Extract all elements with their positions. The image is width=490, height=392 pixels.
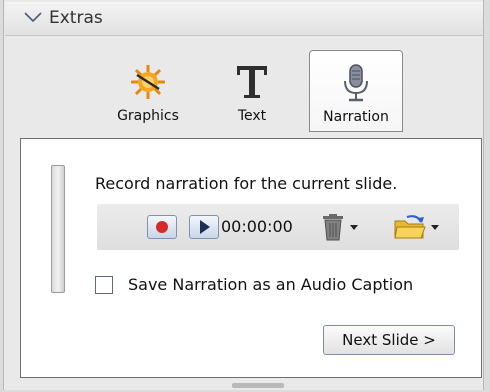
record-button[interactable]: [147, 215, 177, 239]
extras-header[interactable]: Extras: [5, 2, 483, 36]
text-t-icon: [237, 66, 267, 98]
tab-text[interactable]: Text: [205, 50, 299, 132]
extras-tabs: Graphics Text Narration: [5, 36, 483, 136]
extras-title: Extras: [49, 8, 103, 28]
tab-narration[interactable]: Narration: [309, 50, 403, 132]
tab-label-text: Text: [237, 108, 267, 124]
audio-caption-label[interactable]: Save Narration as an Audio Caption: [128, 275, 413, 294]
resize-grip[interactable]: [232, 383, 284, 388]
chevron-down-icon: [350, 225, 358, 230]
narration-panel: Record narration for the current slide. …: [20, 138, 482, 378]
next-slide-button[interactable]: Next Slide >: [323, 325, 455, 355]
tab-label-narration: Narration: [323, 109, 389, 125]
play-button[interactable]: [189, 215, 219, 239]
chevron-down-icon[interactable]: [23, 10, 43, 24]
microphone-icon: [344, 64, 368, 102]
recording-time: 00:00:00: [221, 217, 293, 236]
audio-level-meter: [51, 165, 65, 293]
narration-toolbar: 00:00:00: [97, 204, 459, 250]
play-icon: [200, 220, 210, 234]
delete-trash-icon[interactable]: [317, 213, 365, 241]
audio-caption-checkbox[interactable]: [95, 276, 113, 294]
tab-label-graphics: Graphics: [117, 108, 179, 124]
graphics-sun-icon: [131, 65, 165, 99]
narration-instruction: Record narration for the current slide.: [95, 174, 398, 193]
tab-graphics[interactable]: Graphics: [101, 50, 195, 132]
chevron-down-icon: [431, 225, 439, 230]
record-icon: [156, 221, 168, 233]
open-folder-icon[interactable]: [391, 213, 443, 241]
